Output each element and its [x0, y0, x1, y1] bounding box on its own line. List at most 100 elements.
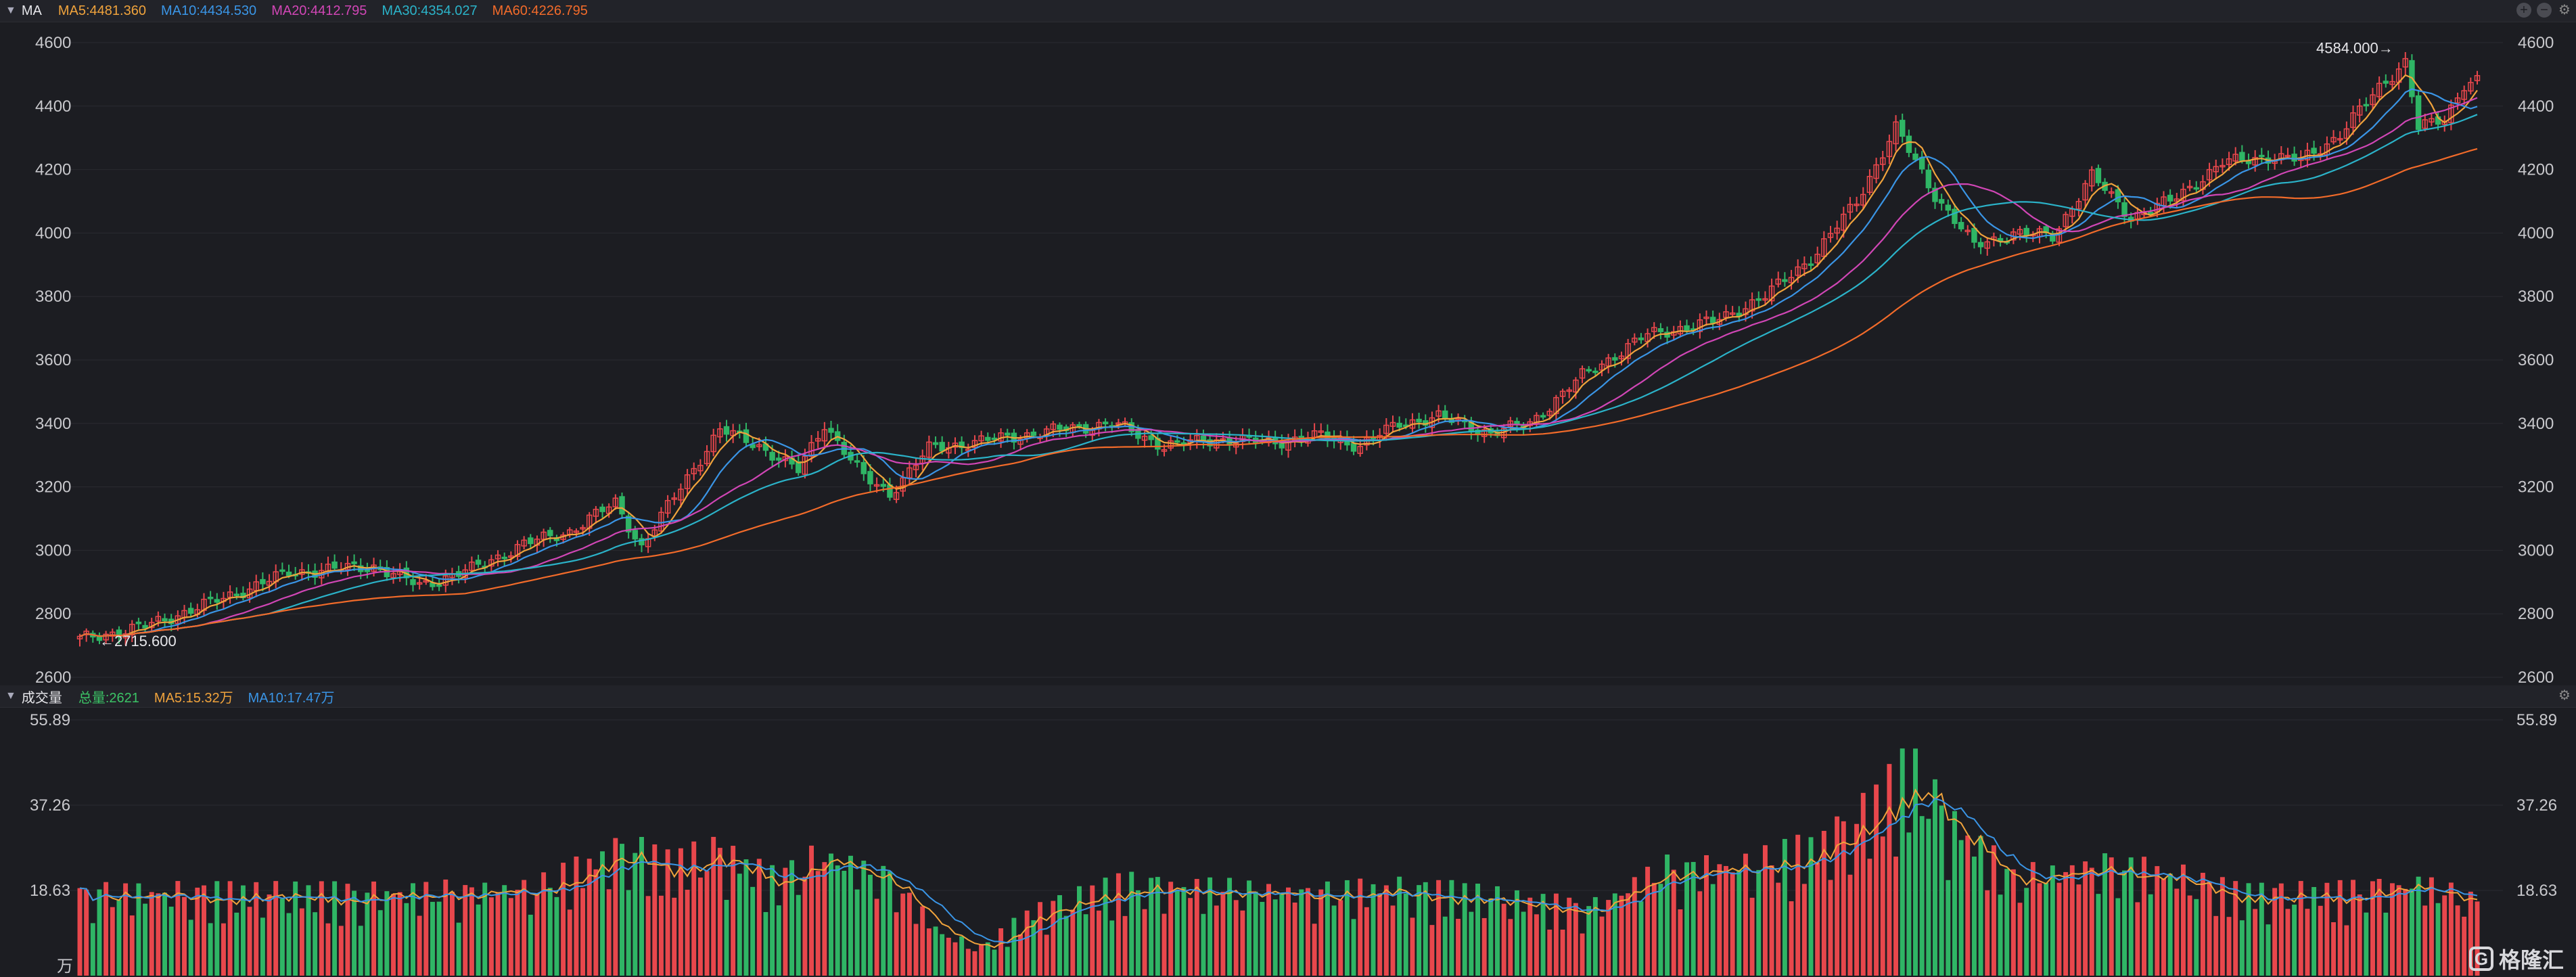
volume-bar	[2266, 924, 2271, 976]
volume-bar	[959, 936, 965, 976]
volume-bar	[156, 893, 161, 976]
volume-bar	[1129, 871, 1134, 976]
candle-body	[2193, 187, 2199, 190]
volume-bar	[854, 889, 860, 976]
volume-bar	[1534, 914, 1539, 976]
volume-bar	[1540, 894, 1546, 976]
volume-bar	[887, 871, 892, 976]
volume-bar	[436, 901, 442, 976]
settings-icon[interactable]: ⚙	[2557, 3, 2572, 18]
logo-text: 格隆汇	[2498, 948, 2564, 972]
price-tick-label-left: 3000	[35, 541, 71, 560]
volume-bar	[2180, 864, 2186, 976]
volume-collapse-caret-icon[interactable]: ▼	[5, 690, 16, 702]
volume-bar	[2174, 888, 2180, 976]
volume-bar	[1410, 917, 1415, 976]
candle-body	[1952, 208, 1958, 225]
volume-bar	[1456, 919, 1461, 976]
volume-bar	[2017, 903, 2023, 976]
volume-bar	[247, 907, 252, 976]
collapse-caret-icon[interactable]: ▼	[5, 5, 16, 17]
candle-body	[776, 457, 782, 461]
volume-bar	[338, 926, 344, 976]
price-tick-label-right: 3800	[2518, 288, 2554, 306]
volume-bar	[1188, 898, 1193, 976]
volume-bar	[488, 897, 494, 976]
logo-mark-icon: G	[2468, 947, 2493, 971]
volume-bar	[77, 888, 83, 976]
volume-tick-label-left: 37.26	[30, 796, 70, 815]
candle-body	[207, 597, 214, 599]
volume-bar	[2004, 869, 2010, 976]
volume-bar	[2109, 857, 2114, 976]
volume-settings-icon[interactable]: ⚙	[2557, 688, 2572, 703]
candle-body	[1416, 418, 1422, 423]
total-volume-value: 总量:2621	[78, 690, 139, 706]
candle-body	[880, 484, 886, 487]
candle-body	[331, 561, 338, 569]
volume-bar	[2142, 857, 2146, 976]
volume-bar	[2357, 894, 2362, 976]
volume-bar	[365, 892, 370, 976]
zoom-in-icon[interactable]: +	[2516, 3, 2531, 18]
volume-bar	[554, 896, 559, 976]
volume-bar	[1762, 845, 1768, 976]
volume-bar	[515, 890, 520, 976]
volume-bar	[1397, 876, 1402, 976]
volume-bar	[149, 892, 154, 976]
volume-bar	[1103, 878, 1108, 976]
candle-body	[1076, 424, 1082, 427]
candle-body	[2115, 189, 2121, 202]
price-tick-label-right: 4000	[2518, 224, 2554, 242]
volume-bar	[639, 836, 644, 976]
candle-body	[2147, 212, 2154, 214]
volume-bar	[920, 906, 925, 976]
volume-bar	[2096, 894, 2101, 976]
volume-bar	[972, 951, 978, 976]
volume-header: ▼ 成交量 总量:2621 MA5:15.32万 MA10:17.47万	[0, 685, 2576, 708]
volume-bar	[1756, 869, 1762, 976]
volume-bar	[1508, 919, 1513, 976]
volume-bar	[110, 907, 115, 976]
volume-bar	[188, 919, 193, 976]
volume-bar	[1906, 832, 1912, 976]
price-tick-label-left: 3600	[35, 351, 71, 369]
candle-body	[1005, 432, 1011, 436]
volume-tick-label-right: 18.63	[2516, 882, 2557, 900]
volume-tick-label-right: 37.26	[2516, 796, 2557, 815]
volume-bar	[2063, 871, 2069, 976]
volume-bar	[1847, 874, 1853, 976]
volume-bar	[2396, 885, 2401, 976]
volume-bar	[658, 895, 664, 976]
price-tick-label-left: 3200	[35, 478, 71, 497]
volume-bar	[1194, 879, 1199, 976]
volume-bar	[2351, 880, 2355, 976]
volume-bar	[279, 899, 285, 976]
volume-bar	[1678, 909, 1683, 976]
volume-bar	[522, 880, 527, 976]
volume-bar	[842, 870, 847, 976]
volume-bar	[1776, 882, 1781, 976]
volume-bar	[1913, 748, 1918, 976]
volume-bar	[1364, 907, 1369, 976]
volume-bar	[881, 865, 886, 976]
volume-bar	[1449, 880, 1454, 976]
volume-bar	[1076, 886, 1082, 976]
candle-body	[1958, 222, 1964, 229]
zoom-out-icon[interactable]: −	[2537, 3, 2552, 18]
candle-body	[528, 537, 534, 545]
volume-bar	[2455, 905, 2460, 976]
volume-bar	[2448, 882, 2454, 976]
volume-bar	[2187, 895, 2192, 976]
candle-body	[723, 426, 730, 435]
volume-bar	[2122, 870, 2128, 976]
candle-body	[2023, 227, 2029, 236]
volume-bar	[1527, 897, 1533, 976]
volume-bar	[1403, 893, 1408, 976]
volume-bar	[1978, 836, 1983, 976]
volume-bar	[404, 903, 409, 976]
volume-bar	[1377, 893, 1383, 976]
volume-bar	[2024, 888, 2029, 976]
volume-bar	[1481, 917, 1487, 976]
volume-bar	[711, 836, 716, 976]
